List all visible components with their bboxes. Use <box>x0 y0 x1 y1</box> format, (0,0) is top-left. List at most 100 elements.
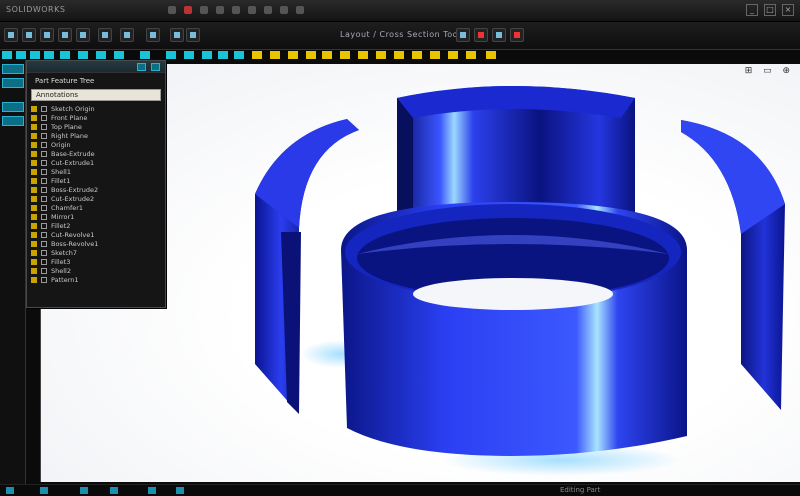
tree-item[interactable]: Pattern1 <box>27 276 165 285</box>
tree-item[interactable]: Top Plane <box>27 123 165 132</box>
tree-item[interactable]: Shell1 <box>27 168 165 177</box>
section-view-icon[interactable] <box>474 28 488 42</box>
fillet-tool-icon[interactable] <box>146 28 160 42</box>
swatch-item[interactable] <box>184 51 194 59</box>
swatch-item[interactable] <box>60 51 70 59</box>
swatch-item[interactable] <box>44 51 54 59</box>
shell-tool-icon[interactable] <box>170 28 184 42</box>
swatch-item[interactable] <box>202 51 212 59</box>
panel-filter-field[interactable]: Annotations <box>31 89 161 101</box>
swatch-item[interactable] <box>16 51 26 59</box>
maximize-button[interactable]: □ <box>764 4 776 16</box>
tree-item[interactable]: Mirror1 <box>27 213 165 222</box>
tree-item[interactable]: Origin <box>27 141 165 150</box>
rail-button[interactable] <box>2 116 24 126</box>
visibility-icon[interactable] <box>41 205 47 211</box>
close-button[interactable]: × <box>782 4 794 16</box>
visibility-icon[interactable] <box>41 124 47 130</box>
sketch-tool-icon[interactable] <box>4 28 18 42</box>
visibility-icon[interactable] <box>41 196 47 202</box>
rail-button[interactable] <box>2 78 24 88</box>
visibility-icon[interactable] <box>41 250 47 256</box>
visibility-icon[interactable] <box>41 268 47 274</box>
view-orientation-icon[interactable] <box>456 28 470 42</box>
visibility-icon[interactable] <box>41 214 47 220</box>
panel-pin-icon[interactable] <box>137 63 146 71</box>
tree-item[interactable]: Right Plane <box>27 132 165 141</box>
redo-icon[interactable] <box>248 6 256 14</box>
visibility-icon[interactable] <box>41 259 47 265</box>
swatch-item[interactable] <box>430 51 440 59</box>
undo-icon[interactable] <box>232 6 240 14</box>
save-icon[interactable] <box>200 6 208 14</box>
tree-item[interactable]: Boss-Revolve1 <box>27 240 165 249</box>
status-icon[interactable] <box>176 487 184 494</box>
print-icon[interactable] <box>216 6 224 14</box>
status-icon[interactable] <box>40 487 48 494</box>
swatch-item[interactable] <box>358 51 368 59</box>
tree-item[interactable]: Shell2 <box>27 267 165 276</box>
visibility-icon[interactable] <box>41 151 47 157</box>
swatch-item[interactable] <box>376 51 386 59</box>
swatch-item[interactable] <box>448 51 458 59</box>
visibility-icon[interactable] <box>41 277 47 283</box>
swatch-item[interactable] <box>340 51 350 59</box>
rail-button[interactable] <box>2 64 24 74</box>
open-file-icon[interactable] <box>184 6 192 14</box>
visibility-icon[interactable] <box>41 232 47 238</box>
tree-item[interactable]: Cut-Extrude1 <box>27 159 165 168</box>
visibility-icon[interactable] <box>41 160 47 166</box>
appearance-icon[interactable] <box>510 28 524 42</box>
swatch-item[interactable] <box>166 51 176 59</box>
visibility-icon[interactable] <box>41 115 47 121</box>
visibility-icon[interactable] <box>41 223 47 229</box>
visibility-icon[interactable] <box>41 187 47 193</box>
rebuild-icon[interactable] <box>280 6 288 14</box>
swatch-item[interactable] <box>30 51 40 59</box>
status-icon[interactable] <box>80 487 88 494</box>
visibility-icon[interactable] <box>41 142 47 148</box>
rectangle-tool-icon[interactable] <box>76 28 90 42</box>
swatch-item[interactable] <box>394 51 404 59</box>
panel-close-icon[interactable] <box>151 63 160 71</box>
minimize-button[interactable]: _ <box>746 4 758 16</box>
tree-item[interactable]: Chamfer1 <box>27 204 165 213</box>
tree-item[interactable]: Front Plane <box>27 114 165 123</box>
visibility-icon[interactable] <box>41 178 47 184</box>
tree-item[interactable]: Boss-Extrude2 <box>27 186 165 195</box>
tree-item[interactable]: Fillet3 <box>27 258 165 267</box>
tree-item[interactable]: Cut-Revolve1 <box>27 231 165 240</box>
swatch-item[interactable] <box>78 51 88 59</box>
visibility-icon[interactable] <box>41 169 47 175</box>
swatch-item[interactable] <box>252 51 262 59</box>
display-style-icon[interactable] <box>492 28 506 42</box>
swatch-item[interactable] <box>2 51 12 59</box>
tree-item[interactable]: Fillet2 <box>27 222 165 231</box>
swatch-item[interactable] <box>322 51 332 59</box>
visibility-icon[interactable] <box>41 106 47 112</box>
status-icon[interactable] <box>148 487 156 494</box>
tree-item[interactable]: Fillet1 <box>27 177 165 186</box>
swatch-item[interactable] <box>218 51 228 59</box>
status-icon[interactable] <box>110 487 118 494</box>
swatch-item[interactable] <box>114 51 124 59</box>
select-icon[interactable] <box>264 6 272 14</box>
rail-button[interactable] <box>2 102 24 112</box>
visibility-icon[interactable] <box>41 133 47 139</box>
revolve-tool-icon[interactable] <box>120 28 134 42</box>
line-tool-icon[interactable] <box>22 28 36 42</box>
tree-item[interactable]: Base-Extrude <box>27 150 165 159</box>
tree-item[interactable]: Cut-Extrude2 <box>27 195 165 204</box>
swatch-item[interactable] <box>140 51 150 59</box>
swatch-item[interactable] <box>96 51 106 59</box>
swatch-item[interactable] <box>412 51 422 59</box>
status-icon[interactable] <box>6 487 14 494</box>
arc-tool-icon[interactable] <box>58 28 72 42</box>
options-icon[interactable] <box>296 6 304 14</box>
swatch-item[interactable] <box>306 51 316 59</box>
circle-tool-icon[interactable] <box>40 28 54 42</box>
swatch-item[interactable] <box>270 51 280 59</box>
swatch-item[interactable] <box>466 51 476 59</box>
swatch-item[interactable] <box>234 51 244 59</box>
mirror-tool-icon[interactable] <box>186 28 200 42</box>
